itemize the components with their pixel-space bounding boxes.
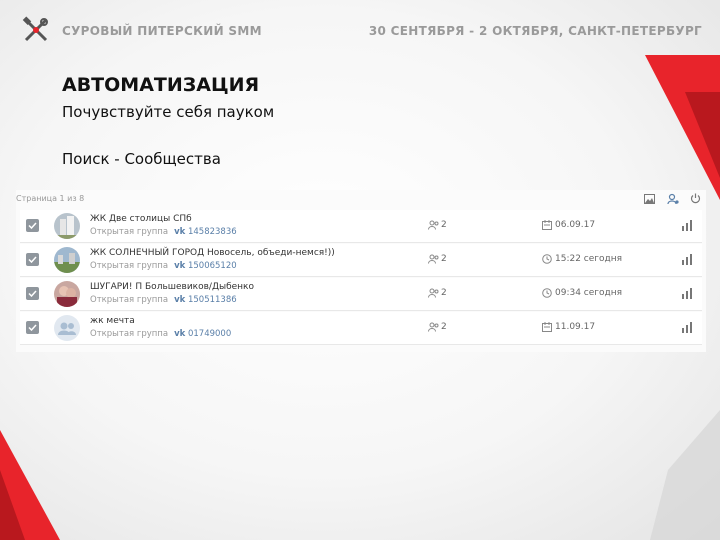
admins-icon [428,322,439,332]
last-activity: 09:34 сегодня [542,288,622,298]
list-item[interactable]: ЖК Две столицы СПб Открытая группа vk 145… [20,210,702,243]
calendar-icon [542,220,552,230]
community-meta: Открытая группа vk 01749000 [90,329,231,339]
last-activity: 06.09.17 [542,220,595,230]
community-name[interactable]: ЖК СОЛНЕЧНЫЙ ГОРОД Новосель, объеди-немс… [90,248,335,258]
stats-icon[interactable] [681,287,694,300]
stats-icon[interactable] [681,253,694,266]
calendar-icon [542,322,552,332]
group-type: Открытая группа [90,295,169,305]
community-name[interactable]: ШУГАРИ! П Большевиков/Дыбенко [90,282,254,292]
stats-icon[interactable] [681,219,694,232]
group-type: Открытая группа [90,329,169,339]
group-type: Открытая группа [90,227,169,237]
list-item[interactable]: ЖК СОЛНЕЧНЫЙ ГОРОД Новосель, объеди-немс… [20,244,702,277]
list-item[interactable]: жк мечта Открытая группа vk 01749000 2 11… [20,312,702,345]
vk-icon: vk [174,261,186,271]
admins-count: 2 [428,254,447,264]
admins-count: 2 [428,288,447,298]
section-heading: Поиск - Сообщества [62,150,221,168]
admins-icon [428,220,439,230]
clock-icon [542,288,552,298]
group-type: Открытая группа [90,261,169,271]
avatar [54,213,80,239]
panel-toolbar [643,192,702,205]
last-activity: 11.09.17 [542,322,595,332]
row-checkbox[interactable] [26,253,39,266]
avatar [54,247,80,273]
row-checkbox[interactable] [26,219,39,232]
community-name[interactable]: ЖК Две столицы СПб [90,214,192,224]
brand-name: СУРОВЫЙ ПИТЕРСКИЙ SMM [62,24,262,38]
community-meta: Открытая группа vk 150065120 [90,261,237,271]
community-name[interactable]: жк мечта [90,316,135,326]
pagination-label: Страница 1 из 8 [16,194,85,203]
group-id[interactable]: 01749000 [188,329,231,339]
row-checkbox[interactable] [26,321,39,334]
community-meta: Открытая группа vk 150511386 [90,295,237,305]
event-info: 30 СЕНТЯБРЯ - 2 ОКТЯБРЯ, САНКТ-ПЕТЕРБУРГ [368,24,702,38]
communities-panel: Страница 1 из 8 ЖК Две столицы СПб Откры… [16,190,706,352]
vk-icon: vk [174,329,186,339]
admins-icon [428,254,439,264]
image-icon[interactable] [643,192,656,205]
last-activity: 15:22 сегодня [542,254,622,264]
stats-icon[interactable] [681,321,694,334]
admins-count: 2 [428,220,447,230]
admins-icon [428,288,439,298]
group-id[interactable]: 145823836 [188,227,237,237]
avatar [54,281,80,307]
logo-icon [22,16,48,42]
page-title: АВТОМАТИЗАЦИЯ [62,74,260,96]
user-settings-icon[interactable] [666,192,679,205]
row-checkbox[interactable] [26,287,39,300]
group-id[interactable]: 150511386 [188,295,237,305]
list-item[interactable]: ШУГАРИ! П Большевиков/Дыбенко Открытая г… [20,278,702,311]
avatar [54,315,80,341]
vk-icon: vk [174,295,186,305]
group-id[interactable]: 150065120 [188,261,237,271]
page-subtitle: Почувствуйте себя пауком [62,103,275,121]
community-meta: Открытая группа vk 145823836 [90,227,237,237]
admins-count: 2 [428,322,447,332]
power-icon[interactable] [689,192,702,205]
vk-icon: vk [174,227,186,237]
clock-icon [542,254,552,264]
